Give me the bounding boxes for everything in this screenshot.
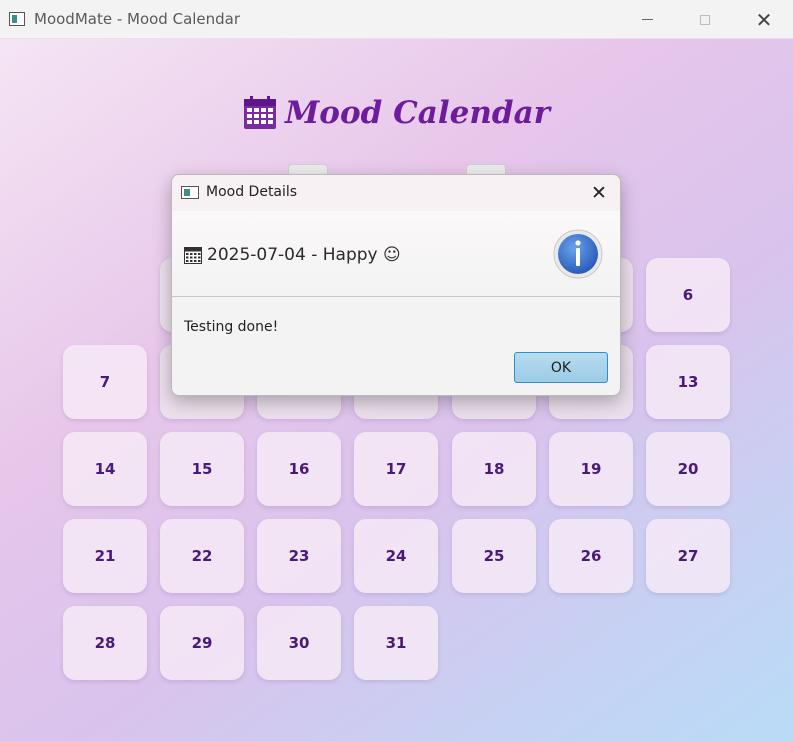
day-cell[interactable]: 19 bbox=[549, 432, 633, 506]
calendar-icon bbox=[243, 96, 276, 129]
day-cell[interactable]: 21 bbox=[63, 519, 147, 593]
day-cell[interactable]: 22 bbox=[160, 519, 244, 593]
minimize-icon bbox=[641, 19, 653, 20]
day-cell[interactable]: 26 bbox=[549, 519, 633, 593]
day-cell[interactable]: 6 bbox=[646, 258, 730, 332]
dialog-close-button[interactable]: ✕ bbox=[584, 180, 614, 206]
mood-details-dialog: Mood Details ✕ 2025-07-04 - Happy ☺ Test… bbox=[171, 174, 621, 396]
day-cell[interactable]: 29 bbox=[160, 606, 244, 680]
calendar-icon bbox=[184, 247, 202, 264]
dialog-header: 2025-07-04 - Happy ☺ bbox=[172, 211, 620, 297]
day-cell[interactable]: 27 bbox=[646, 519, 730, 593]
day-cell[interactable]: 24 bbox=[354, 519, 438, 593]
day-cell[interactable]: 18 bbox=[452, 432, 536, 506]
dialog-titlebar: Mood Details ✕ bbox=[172, 175, 620, 211]
ok-button[interactable]: OK bbox=[514, 352, 608, 383]
dialog-title: Mood Details bbox=[206, 184, 298, 200]
day-cell[interactable]: 17 bbox=[354, 432, 438, 506]
day-cell[interactable]: 15 bbox=[160, 432, 244, 506]
day-cell[interactable]: 30 bbox=[257, 606, 341, 680]
dialog-message: Testing done! bbox=[184, 319, 279, 335]
day-cell[interactable]: 31 bbox=[354, 606, 438, 680]
day-cell[interactable]: 28 bbox=[63, 606, 147, 680]
day-cell[interactable]: 25 bbox=[452, 519, 536, 593]
close-button[interactable]: ✕ bbox=[741, 0, 787, 39]
day-cell[interactable]: 7 bbox=[63, 345, 147, 419]
day-cell[interactable]: 23 bbox=[257, 519, 341, 593]
app-icon bbox=[9, 12, 25, 26]
day-cell[interactable]: 13 bbox=[646, 345, 730, 419]
info-icon bbox=[553, 229, 603, 279]
close-icon: ✕ bbox=[755, 7, 773, 32]
page-title-text: Mood Calendar bbox=[284, 95, 551, 131]
window-titlebar: MoodMate - Mood Calendar ✕ bbox=[0, 0, 793, 39]
day-cell[interactable]: 16 bbox=[257, 432, 341, 506]
page-title: Mood Calendar bbox=[0, 95, 793, 138]
maximize-icon bbox=[700, 14, 710, 25]
day-cell[interactable]: 20 bbox=[646, 432, 730, 506]
mood-date-header: 2025-07-04 - Happy ☺ bbox=[207, 245, 401, 265]
maximize-button[interactable] bbox=[682, 0, 728, 39]
app-icon bbox=[181, 186, 199, 199]
minimize-button[interactable] bbox=[624, 0, 670, 39]
window-title: MoodMate - Mood Calendar bbox=[34, 10, 241, 28]
close-icon: ✕ bbox=[591, 182, 607, 204]
day-cell[interactable]: 14 bbox=[63, 432, 147, 506]
